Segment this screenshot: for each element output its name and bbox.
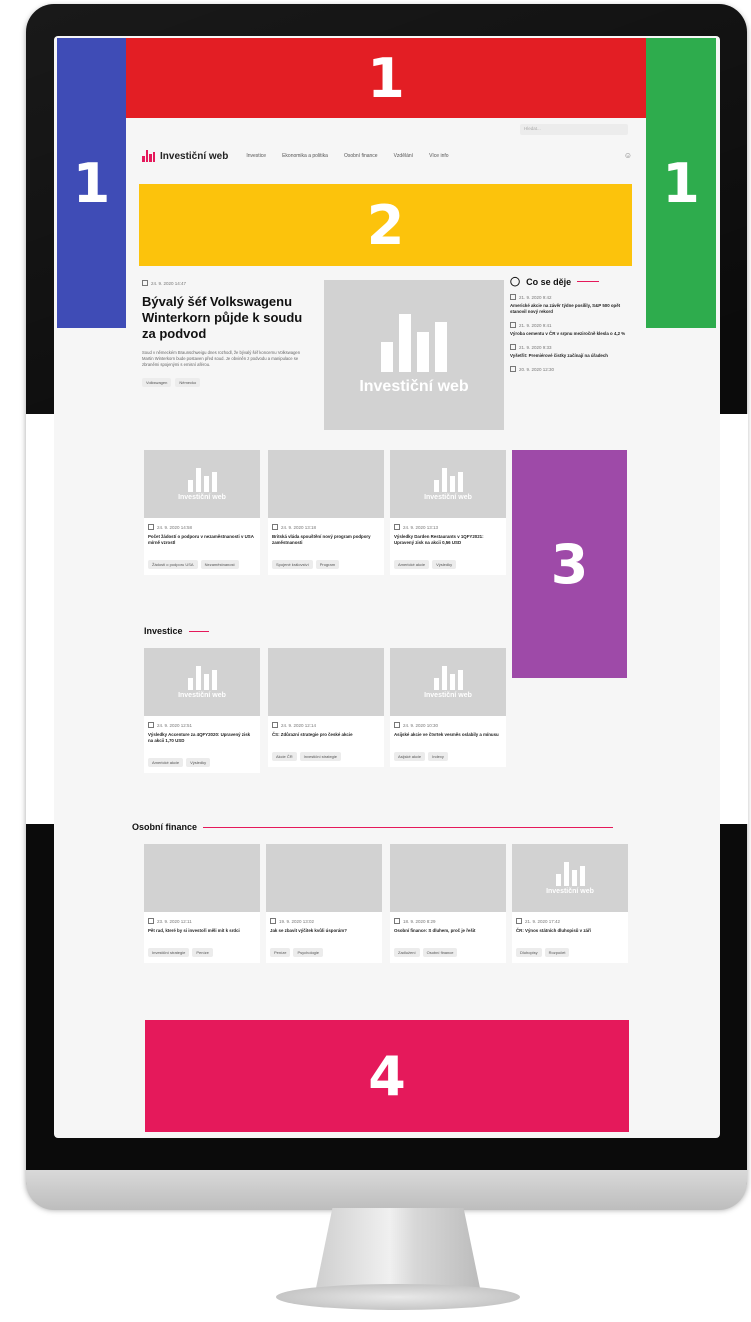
card-image[interactable] [390,844,506,912]
bezel-cutout-left [26,414,54,824]
hero-date: 24. 9. 2020 14:47 [151,280,187,286]
calendar-icon [142,280,148,286]
bell-icon: ◯ [510,276,521,286]
overlay-block-green: 1 [646,38,716,328]
calendar-icon [148,524,154,530]
section-heading-investice: Investice [144,626,209,636]
sidebar-item[interactable]: 21. 9. 2020 9:41 Výroba cementu v ČR v sr… [510,322,630,337]
tag[interactable]: Volkswagen [142,378,172,387]
nav-item-osobni-finance[interactable]: Osobní finance [344,153,378,159]
logo-text[interactable]: Investiční web [160,151,228,162]
overlay-block-yellow: 2 [139,184,632,266]
card-image[interactable] [268,648,384,716]
news-sidebar: ◯ Co se děje 21. 9. 2020 9:42 Americké akc… [510,276,630,372]
hero-image[interactable]: Investiční web [324,280,504,430]
nav-item-ekonomika[interactable]: Ekonomika a politika [282,153,328,159]
section-heading-osobni-finance: Osobní finance [132,822,614,832]
calendar-icon [148,918,154,924]
calendar-icon [394,722,400,728]
calendar-icon [394,524,400,530]
calendar-icon [510,294,516,300]
card-image[interactable] [266,844,382,912]
card-image[interactable]: Investiční web [512,844,628,912]
stage: EUR/CZK 26.1180 VIENITA Index Card 35.46… [0,0,751,1322]
bezel-cutout-right [720,414,748,824]
main-nav: Investiční web Investice Ekonomika a pol… [142,148,632,164]
user-icon[interactable]: ☺ [624,151,632,160]
calendar-icon [510,344,516,350]
sidebar-item[interactable]: 20. 9. 2020 12:30 [510,366,630,372]
sidebar-item[interactable]: 21. 9. 2020 9:42 Americké akcie na závěr … [510,294,630,315]
article-card[interactable]: 19. 9. 2020 13:02 Jak se zbavit výčitek k… [266,844,382,963]
nav-item-vzdelani[interactable]: Vzdělání [394,153,413,159]
sidebar-item[interactable]: 21. 9. 2020 9:33 Vyšetřit: Premiérové čis… [510,344,630,359]
overlay-block-red: 1 [126,38,646,118]
card-image[interactable]: Investiční web [144,648,260,716]
monitor-stand-base [276,1284,520,1310]
logo-icon [381,314,447,372]
calendar-icon [270,918,276,924]
monitor-stand-neck [316,1208,480,1288]
article-card[interactable]: 23. 9. 2020 12:11 Pět rad, které by si in… [144,844,260,963]
card-image[interactable] [268,450,384,518]
card-image[interactable]: Investiční web [144,450,260,518]
article-card[interactable]: 24. 9. 2020 12:14 ČS: Zdůrazní strategie … [268,648,384,767]
article-card[interactable]: Investiční web 24. 9. 2020 13:13 Výsledky… [390,450,506,575]
calendar-icon [272,722,278,728]
sidebar-heading: Co se děje [526,276,572,287]
overlay-block-blue: 1 [57,38,126,328]
search-input[interactable]: Hledat... [520,124,628,135]
hero-title[interactable]: Bývalý šéf Volkswagenu Winterkorn půjde … [142,294,310,342]
calendar-icon [516,918,522,924]
logo-icon[interactable] [142,150,156,162]
article-card[interactable]: Investiční web 24. 9. 2020 12:51 Výsledky… [144,648,260,773]
calendar-icon [272,524,278,530]
overlay-block-pink: 4 [145,1020,629,1132]
article-card[interactable]: 18. 9. 2020 8:29 Osobní finance: S dluhem… [390,844,506,963]
overlay-block-purple: 3 [512,450,627,678]
tag[interactable]: Německo [175,378,201,387]
calendar-icon [510,322,516,328]
calendar-icon [394,918,400,924]
calendar-icon [510,366,516,372]
article-card[interactable]: Investiční web 21. 9. 2020 17:42 ČR: Výno… [512,844,628,963]
card-image[interactable]: Investiční web [390,648,506,716]
article-card[interactable]: Investiční web 24. 9. 2020 10:30 Asijské … [390,648,506,767]
hero-text: Soud v německém Braunschweigu dnes rozho… [142,350,301,367]
card-image[interactable]: Investiční web [390,450,506,518]
hero-article[interactable]: 24. 9. 2020 14:47 Bývalý šéf Volkswagenu… [142,280,504,432]
article-card[interactable]: Investiční web 24. 9. 2020 14:58 Počet žá… [144,450,260,575]
card-image[interactable] [144,844,260,912]
calendar-icon [148,722,154,728]
nav-item-vice-info[interactable]: Více info [429,153,448,159]
article-card[interactable]: 24. 9. 2020 13:18 Britská vláda spouštění… [268,450,384,575]
monitor-chin [26,1170,747,1210]
nav-item-investice[interactable]: Investice [246,153,266,159]
